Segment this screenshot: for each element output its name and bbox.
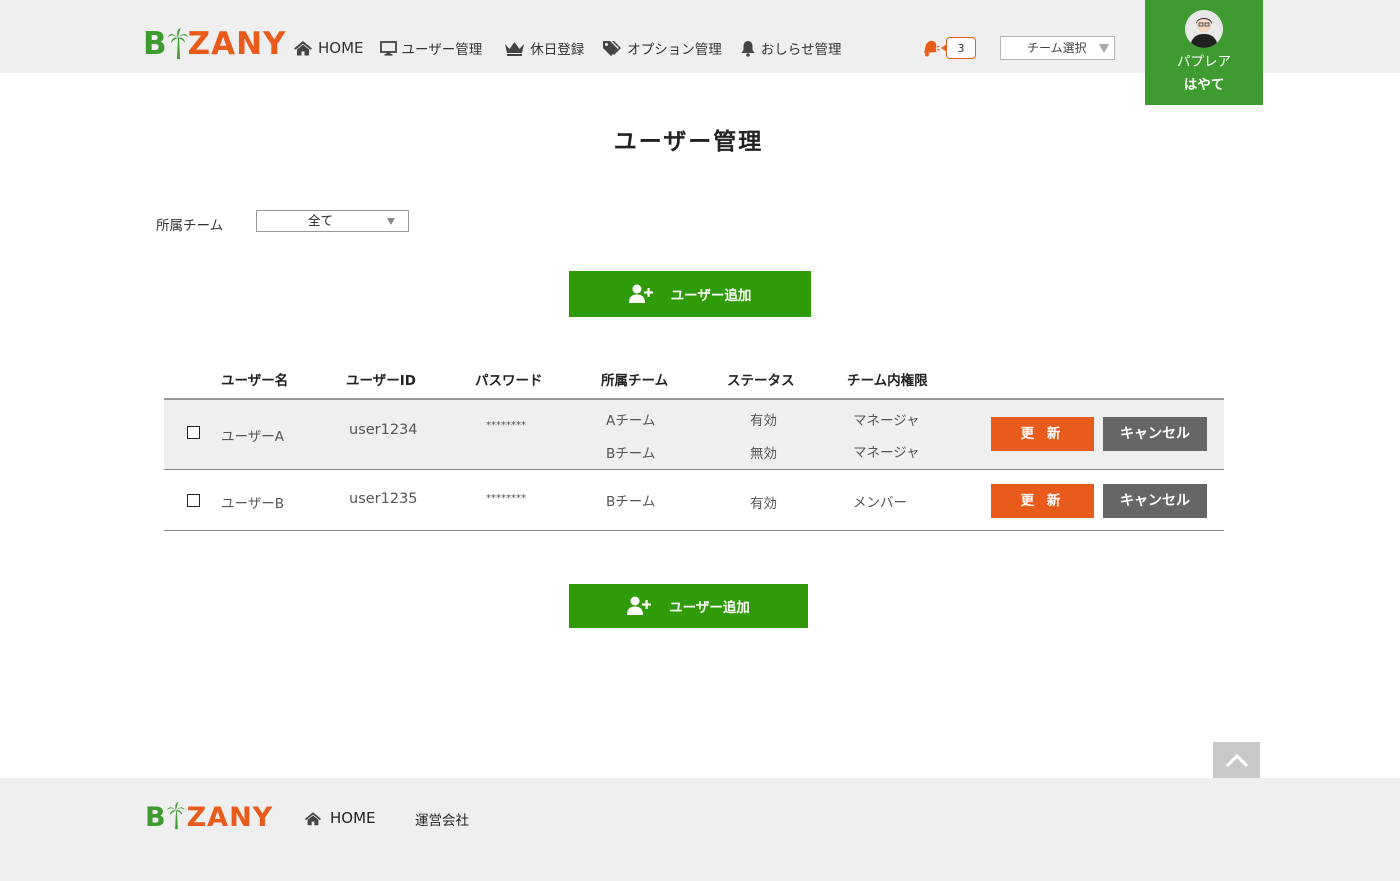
nav-notice-label: おしらせ管理 bbox=[760, 42, 842, 58]
main-nav: HOME ユーザー管理 休日登録 オプション管理 おしらせ管理 bbox=[293, 37, 859, 59]
row-username: ユーザーA bbox=[221, 429, 284, 445]
update-button[interactable]: 更 新 bbox=[991, 484, 1094, 518]
footer: B ZANY HOME 運営会社 bbox=[0, 778, 1400, 881]
home-icon bbox=[304, 811, 322, 825]
nav-holiday-label: 休日登録 bbox=[530, 42, 585, 58]
col-header-username: ユーザー名 bbox=[221, 373, 289, 389]
notification-count: 3 bbox=[941, 37, 976, 59]
team-filter-select[interactable]: 全て bbox=[256, 210, 409, 232]
chevron-up-icon bbox=[1225, 753, 1248, 768]
add-user-label: ユーザー追加 bbox=[670, 288, 752, 304]
row-role: メンバー bbox=[853, 495, 907, 511]
col-header-password: パスワード bbox=[475, 373, 543, 389]
row-role: マネージャ bbox=[853, 413, 920, 429]
row-team: Aチーム bbox=[606, 413, 656, 429]
nav-home-label: HOME bbox=[318, 39, 364, 57]
palm-tree-icon bbox=[167, 28, 188, 60]
row-status: 無効 bbox=[750, 446, 777, 462]
row-checkbox[interactable] bbox=[187, 426, 200, 439]
row-password: ******** bbox=[486, 493, 526, 504]
footer-home-link[interactable]: HOME bbox=[304, 809, 376, 827]
row-password: ******** bbox=[486, 420, 526, 431]
notification-bell-icon bbox=[924, 40, 940, 57]
user-panel[interactable]: パプレア はやて bbox=[1145, 0, 1263, 105]
row-username: ユーザーB bbox=[221, 496, 284, 512]
team-filter-value: 全て bbox=[307, 213, 333, 228]
home-icon bbox=[294, 41, 312, 56]
user-name: はやて bbox=[1183, 77, 1225, 93]
user-table: ユーザー名 ユーザーID パスワード 所属チーム ステータス チーム内権限 ユー… bbox=[164, 360, 1224, 531]
avatar bbox=[1185, 10, 1223, 48]
crown-icon bbox=[505, 41, 525, 56]
row-userid: user1234 bbox=[349, 422, 418, 438]
cancel-button[interactable]: キャンセル bbox=[1103, 484, 1207, 518]
team-select[interactable]: チーム選択 bbox=[1000, 36, 1115, 60]
logo[interactable]: B ZANY bbox=[143, 28, 287, 60]
row-role: マネージャ bbox=[853, 445, 920, 461]
table-row: ユーザーB user1235 ******** Bチーム 有効 メンバー 更 新… bbox=[164, 470, 1224, 531]
dropdown-arrow-icon bbox=[1099, 44, 1109, 53]
nav-user-management-label: ユーザー管理 bbox=[401, 42, 483, 58]
row-team: Bチーム bbox=[606, 446, 656, 462]
filter-label: 所属チーム bbox=[156, 218, 224, 234]
row-status: 有効 bbox=[750, 496, 777, 512]
row-team: Bチーム bbox=[606, 494, 656, 510]
user-plus-icon bbox=[628, 284, 653, 303]
palm-tree-icon bbox=[166, 802, 187, 834]
add-user-button-top[interactable]: ユーザー追加 bbox=[569, 271, 811, 317]
nav-holiday[interactable]: 休日登録 bbox=[504, 38, 584, 58]
user-plus-icon bbox=[627, 596, 652, 615]
footer-home-label: HOME bbox=[330, 809, 376, 827]
tag-icon bbox=[603, 40, 622, 56]
footer-logo[interactable]: B ZANY bbox=[145, 802, 273, 834]
footer-company-link[interactable]: 運営会社 bbox=[415, 809, 469, 829]
dropdown-arrow-icon bbox=[387, 218, 395, 225]
cancel-button[interactable]: キャンセル bbox=[1103, 417, 1207, 451]
col-header-status: ステータス bbox=[727, 373, 795, 389]
nav-home[interactable]: HOME bbox=[293, 39, 364, 57]
monitor-icon bbox=[379, 40, 397, 56]
row-userid: user1235 bbox=[349, 491, 418, 507]
bell-icon bbox=[741, 40, 755, 57]
col-header-role: チーム内権限 bbox=[847, 373, 928, 389]
nav-notice[interactable]: おしらせ管理 bbox=[740, 38, 842, 58]
nav-options[interactable]: オプション管理 bbox=[602, 38, 722, 58]
nav-user-management[interactable]: ユーザー管理 bbox=[379, 38, 483, 58]
col-header-userid: ユーザーID bbox=[346, 373, 416, 389]
table-header: ユーザー名 ユーザーID パスワード 所属チーム ステータス チーム内権限 bbox=[164, 360, 1224, 400]
table-row: ユーザーA user1234 ******** Aチーム Bチーム 有効 無効 … bbox=[164, 400, 1224, 470]
user-company: パプレア bbox=[1177, 54, 1231, 70]
row-status: 有効 bbox=[750, 413, 777, 429]
back-to-top-button[interactable] bbox=[1213, 742, 1260, 778]
nav-options-label: オプション管理 bbox=[627, 42, 722, 58]
row-checkbox[interactable] bbox=[187, 494, 200, 507]
add-user-button-bottom[interactable]: ユーザー追加 bbox=[569, 584, 808, 628]
team-select-label: チーム選択 bbox=[1027, 41, 1087, 55]
header: B ZANY HOME ユーザー管理 休日登録 オプション管理 おしらせ管理 3… bbox=[0, 0, 1400, 105]
page-title: ユーザー管理 bbox=[613, 129, 764, 155]
update-button[interactable]: 更 新 bbox=[991, 417, 1094, 451]
col-header-team: 所属チーム bbox=[601, 373, 669, 389]
notification[interactable]: 3 bbox=[922, 37, 976, 59]
add-user-label: ユーザー追加 bbox=[669, 600, 750, 616]
